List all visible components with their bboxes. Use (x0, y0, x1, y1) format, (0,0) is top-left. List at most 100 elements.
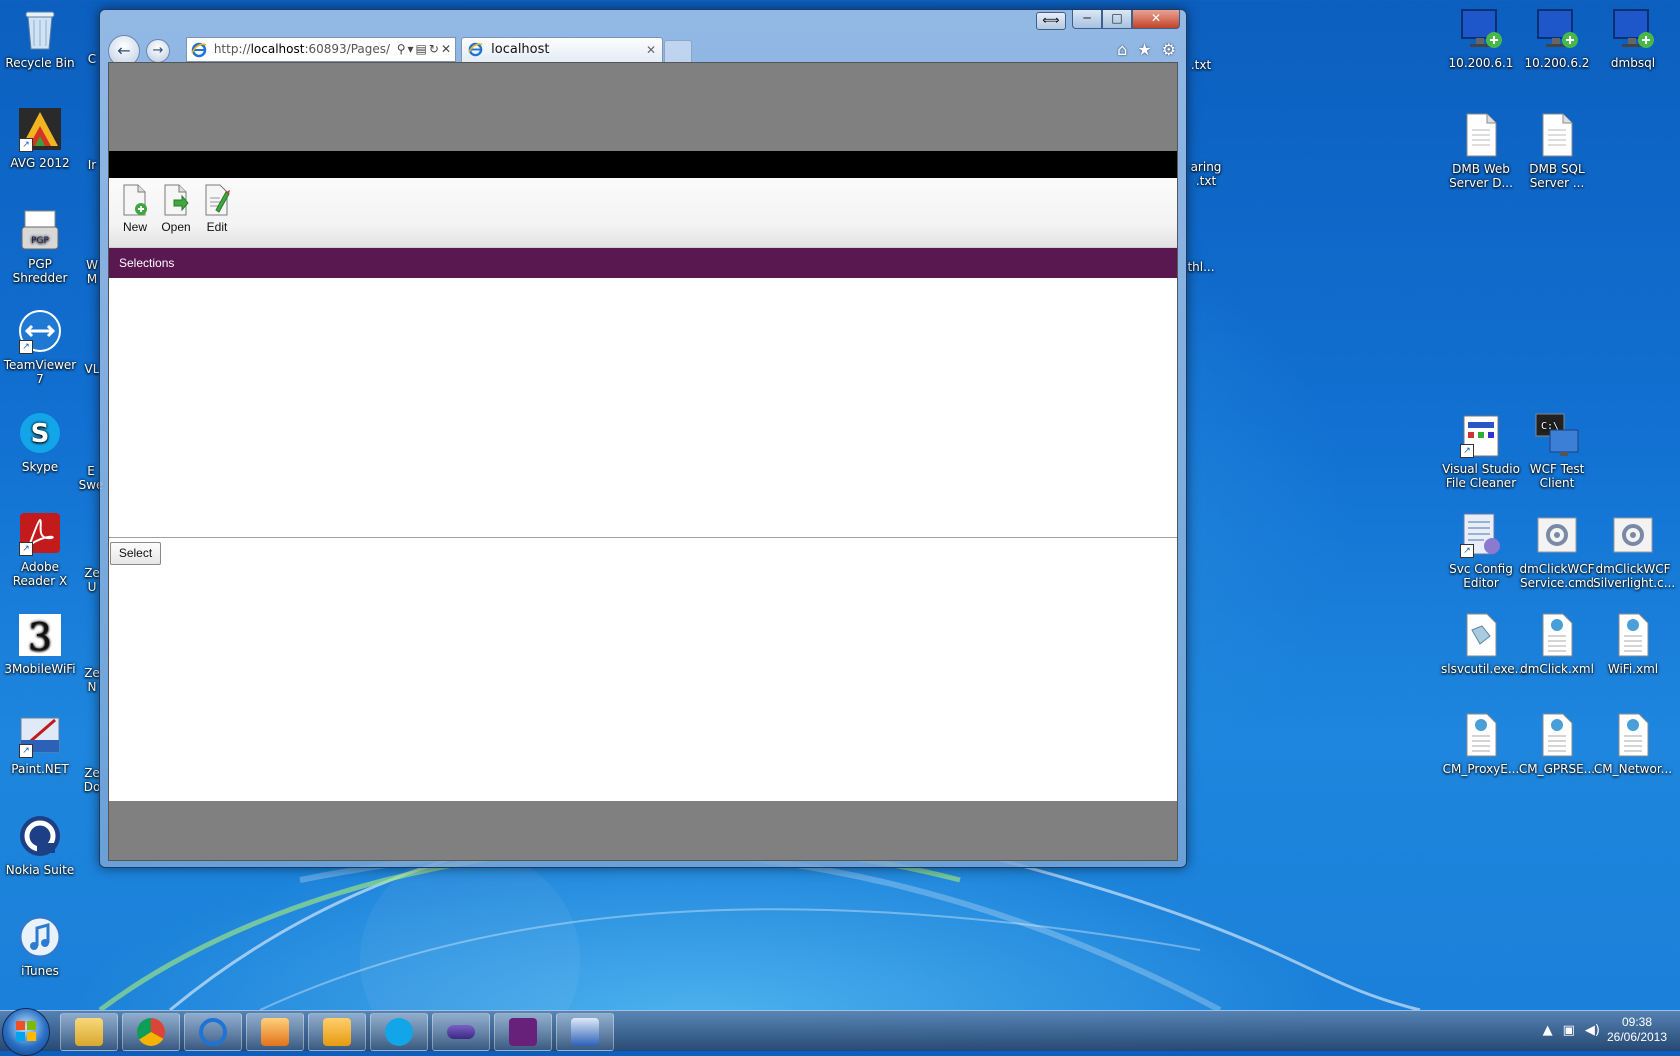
volume-icon[interactable]: ◀) (1585, 1023, 1600, 1038)
desktop-icon-pgp-shredder[interactable]: PGP PGP Shredder (0, 207, 80, 285)
paintnet-icon (571, 1018, 599, 1046)
taskbar-visual-studio[interactable] (494, 1013, 552, 1051)
new-tab-button[interactable] (664, 40, 692, 63)
tab-title: localhost (491, 42, 550, 57)
desktop-icon-avg[interactable]: ↗ AVG 2012 (0, 106, 80, 170)
desktop-icon-rdp-dmbsql[interactable]: dmbsql (1593, 6, 1673, 70)
desktop-icon-label: DMB Web Server D... (1449, 162, 1513, 190)
desktop-icon-adobe-reader[interactable]: ↗ Adobe Reader X (0, 510, 80, 588)
selections-title: Selections (119, 256, 175, 270)
desktop-icon-label: CM_Networ... (1593, 762, 1673, 776)
desktop-icon-label: CM_ProxyE... (1442, 762, 1520, 776)
taskbar-explorer[interactable] (60, 1013, 118, 1051)
resize-button[interactable]: ⟺ (1036, 12, 1066, 30)
compat-icon[interactable]: ▤ (416, 42, 429, 56)
desktop-icon-dmclick-wcf-silverlight[interactable]: dmClickWCF Silverlight.c... (1593, 512, 1675, 590)
desktop-icon-3mobilewifi[interactable]: 3 3MobileWiFi (0, 612, 80, 676)
vs-file-cleaner-icon: ↗ (1458, 412, 1504, 458)
desktop-icon-teamviewer[interactable]: ↗ TeamViewer 7 (0, 308, 80, 386)
address-bar[interactable]: http://localhost:60893/Pages/ ⚲▾▤↻✕ (186, 37, 456, 62)
refresh-icon[interactable]: ↻ (429, 42, 441, 56)
desktop-icon-label: Adobe Reader X (12, 560, 68, 588)
desktop-icon-dmb-web-server[interactable]: DMB Web Server D... (1441, 112, 1521, 190)
home-icon[interactable]: ⌂ (1117, 40, 1127, 59)
desktop-icon-cm-gprs[interactable]: CM_GPRSE... (1517, 712, 1597, 776)
desktop-icon-dmclick-wcf-service[interactable]: dmClickWCF Service.cmd (1517, 512, 1597, 590)
desktop-icon-label: Paint.NET (11, 762, 69, 776)
xml-file-icon (1610, 612, 1656, 658)
three-logo-icon: 3 (17, 612, 63, 659)
desktop-icon-label: 10.200.6.1 (1448, 56, 1514, 70)
edit-button[interactable]: Edit (197, 184, 237, 234)
desktop-icon-itunes[interactable]: iTunes (0, 914, 80, 978)
desktop-icon-nokia-suite[interactable]: Nokia Suite (0, 813, 80, 877)
remote-desktop-icon (1534, 6, 1580, 52)
page-footer (109, 801, 1177, 860)
stop-icon[interactable]: ✕ (441, 42, 453, 56)
svc-config-editor-icon: ↗ (1458, 512, 1504, 558)
chrome-icon (137, 1018, 165, 1046)
minimize-button[interactable]: ─ (1072, 10, 1102, 29)
desktop-icon-rdp-2[interactable]: 10.200.6.2 (1517, 6, 1597, 70)
desktop-icon-dmb-sql-server[interactable]: DMB SQL Server ... (1517, 112, 1597, 190)
page-viewport: New Open Edit Selections Select (108, 62, 1178, 861)
favorites-star-icon[interactable]: ★ (1137, 40, 1151, 59)
new-document-icon (122, 184, 148, 216)
open-button[interactable]: Open (156, 184, 196, 234)
close-button[interactable]: ✕ (1132, 10, 1180, 29)
outlook-icon (323, 1018, 351, 1046)
desktop-icon-slsvcutil[interactable]: slsvcutil.exe... (1441, 612, 1526, 676)
wcf-test-client-icon: C:\ (1534, 412, 1580, 458)
taskbar-ie[interactable] (184, 1013, 242, 1051)
desktop-icon-label: dmClick.xml (1520, 662, 1594, 676)
clock[interactable]: 09:38 26/06/2013 (1602, 1015, 1672, 1045)
skype-icon: S (17, 410, 63, 456)
gear-icon[interactable]: ⚙ (1162, 40, 1176, 59)
taskbar-media-player[interactable] (246, 1013, 304, 1051)
taskbar-skype[interactable] (370, 1013, 428, 1051)
tray-expand-icon[interactable]: ▲ (1543, 1023, 1553, 1038)
forward-button[interactable]: → (146, 39, 170, 63)
desktop-icon-vs-file-cleaner[interactable]: ↗ Visual Studio File Cleaner (1441, 412, 1521, 490)
skype-icon (385, 1018, 413, 1046)
gear-file-icon (1610, 512, 1656, 558)
new-button[interactable]: New (115, 184, 155, 234)
selections-list[interactable] (109, 278, 1177, 538)
folder-icon (75, 1018, 103, 1046)
desktop-icon-label: CM_GPRSE... (1518, 762, 1596, 776)
dropdown-icon[interactable]: ▾ (408, 42, 416, 56)
desktop-icon-svc-config-editor[interactable]: ↗ Svc Config Editor (1441, 512, 1521, 590)
xml-file-icon (1610, 712, 1656, 758)
desktop-icon-paintnet[interactable]: ↗ Paint.NET (0, 712, 80, 776)
desktop-icon-label: WCF Test Client (1529, 462, 1585, 490)
text-file-icon (1458, 112, 1504, 158)
selections-header: Selections (109, 248, 1177, 278)
desktop-icon-label: iTunes (21, 964, 59, 978)
taskbar-outlook[interactable] (308, 1013, 366, 1051)
desktop-icon-cm-network[interactable]: CM_Networ... (1593, 712, 1673, 776)
desktop-icon-cm-proxy[interactable]: CM_ProxyE... (1441, 712, 1521, 776)
desktop-icon-skype[interactable]: S Skype (0, 410, 80, 474)
peek-label: .txt (1190, 58, 1212, 72)
desktop-icon-wifi-xml[interactable]: WiFi.xml (1593, 612, 1673, 676)
taskbar-paintnet[interactable] (556, 1013, 614, 1051)
desktop-icon-dmclick-xml[interactable]: dmClick.xml (1517, 612, 1597, 676)
taskbar-chrome[interactable] (122, 1013, 180, 1051)
search-icon[interactable]: ⚲ (397, 42, 408, 56)
desktop-icon-wcf-test-client[interactable]: C:\ WCF Test Client (1517, 412, 1597, 490)
tab-close-icon[interactable]: ✕ (646, 38, 656, 62)
browser-tab[interactable]: localhost ✕ (461, 37, 663, 62)
desktop-icon-label: Svc Config Editor (1449, 562, 1513, 590)
taskbar-vs-infinity[interactable] (432, 1013, 490, 1051)
ie-icon (199, 1018, 227, 1046)
desktop-icon-label: Visual Studio File Cleaner (1442, 462, 1520, 490)
maximize-button[interactable]: □ (1102, 10, 1132, 29)
desktop-icon-rdp-1[interactable]: 10.200.6.1 (1441, 6, 1521, 70)
start-button[interactable] (2, 1008, 50, 1056)
desktop-icon-recycle-bin[interactable]: Recycle Bin (0, 6, 80, 70)
windows-logo-icon (16, 1021, 36, 1041)
select-button[interactable]: Select (110, 542, 161, 565)
desktop-icon-label: Skype (21, 460, 59, 474)
network-icon[interactable]: ▣ (1563, 1023, 1575, 1038)
taskbar: ▲ ▣ ◀) 09:38 26/06/2013 (0, 1008, 1680, 1056)
